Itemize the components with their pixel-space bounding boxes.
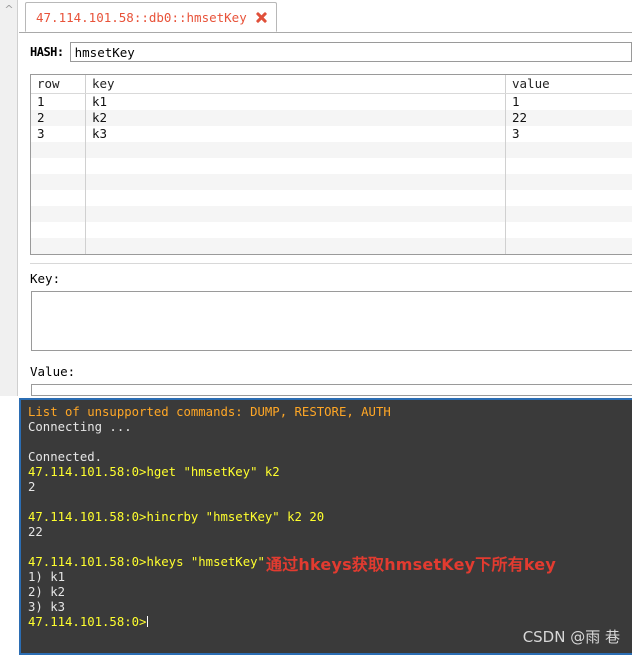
hash-key-input[interactable] xyxy=(69,42,632,62)
console-caret xyxy=(147,616,149,627)
tab-hmsetkey[interactable]: 47.114.101.58::db0::hmsetKey xyxy=(25,2,277,32)
hash-table: row key value 1 k1 1 2 k2 22 3 k3 3 xyxy=(31,75,632,255)
console-line: 2 xyxy=(28,480,36,494)
column-header-value[interactable]: value xyxy=(505,75,632,94)
left-scroll-gutter[interactable]: ^ xyxy=(0,0,18,396)
app-window: ^ 47.114.101.58::db0::hmsetKey HASH: row… xyxy=(0,0,632,655)
table-row[interactable]: 2 k2 22 xyxy=(31,110,632,126)
console-line: 3) k3 xyxy=(28,600,66,614)
table-empty-row xyxy=(31,206,632,222)
table-header: row key value xyxy=(31,75,632,94)
table-empty-row xyxy=(31,254,632,255)
close-x-icon[interactable] xyxy=(254,10,268,24)
hash-label: HASH: xyxy=(30,45,64,59)
value-textarea[interactable] xyxy=(31,384,632,396)
table-body: 1 k1 1 2 k2 22 3 k3 3 xyxy=(31,93,632,255)
cell-key: k2 xyxy=(85,110,506,126)
table-empty-row xyxy=(31,174,632,190)
hash-key-row: HASH: xyxy=(19,41,632,63)
key-value-textarea[interactable] xyxy=(31,291,632,351)
panel-divider xyxy=(30,263,632,264)
column-header-key[interactable]: key xyxy=(85,75,506,94)
column-header-row[interactable]: row xyxy=(31,75,86,94)
table-row[interactable]: 3 k3 3 xyxy=(31,126,632,142)
console-line: 22 xyxy=(28,525,43,539)
value-pane-label: Value: xyxy=(30,364,76,379)
table-empty-row xyxy=(31,238,632,254)
csdn-watermark: CSDN @雨 巷 xyxy=(522,628,620,646)
table-empty-row xyxy=(31,190,632,206)
console-line: 47.114.101.58:0>hget "hmsetKey" k2 xyxy=(28,465,280,479)
cell-value: 3 xyxy=(505,126,632,142)
tab-strip: 47.114.101.58::db0::hmsetKey xyxy=(19,0,632,33)
cell-key: k3 xyxy=(85,126,506,142)
cell-row: 1 xyxy=(37,94,45,109)
tab-label: 47.114.101.58::db0::hmsetKey xyxy=(36,9,247,25)
console-line: 2) k2 xyxy=(28,585,66,599)
console-line: 47.114.101.58:0>hincrby "hmsetKey" k2 20 xyxy=(28,510,325,524)
redis-cli-console[interactable]: List of unsupported commands: DUMP, REST… xyxy=(19,398,632,655)
chevron-up-icon[interactable]: ^ xyxy=(3,4,15,16)
cell-row: 2 xyxy=(37,110,45,125)
cell-value: 22 xyxy=(505,110,632,126)
table-empty-row xyxy=(31,142,632,158)
console-line: Connecting ... xyxy=(28,420,132,434)
hash-entries-table[interactable]: row key value 1 k1 1 2 k2 22 3 k3 3 xyxy=(30,74,632,255)
table-header-row: row key value xyxy=(31,75,632,94)
annotation-text: 通过hkeys获取hmsetKey下所有key xyxy=(266,555,556,574)
table-empty-row xyxy=(31,222,632,238)
console-line: List of unsupported commands: DUMP, REST… xyxy=(28,405,391,419)
table-row[interactable]: 1 k1 1 xyxy=(31,93,632,110)
key-pane-label: Key: xyxy=(30,271,61,286)
table-empty-row xyxy=(31,158,632,174)
cell-key: k1 xyxy=(85,93,506,110)
console-line: Connected. xyxy=(28,450,103,464)
cell-value: 1 xyxy=(505,93,632,110)
cell-row: 3 xyxy=(37,126,45,141)
